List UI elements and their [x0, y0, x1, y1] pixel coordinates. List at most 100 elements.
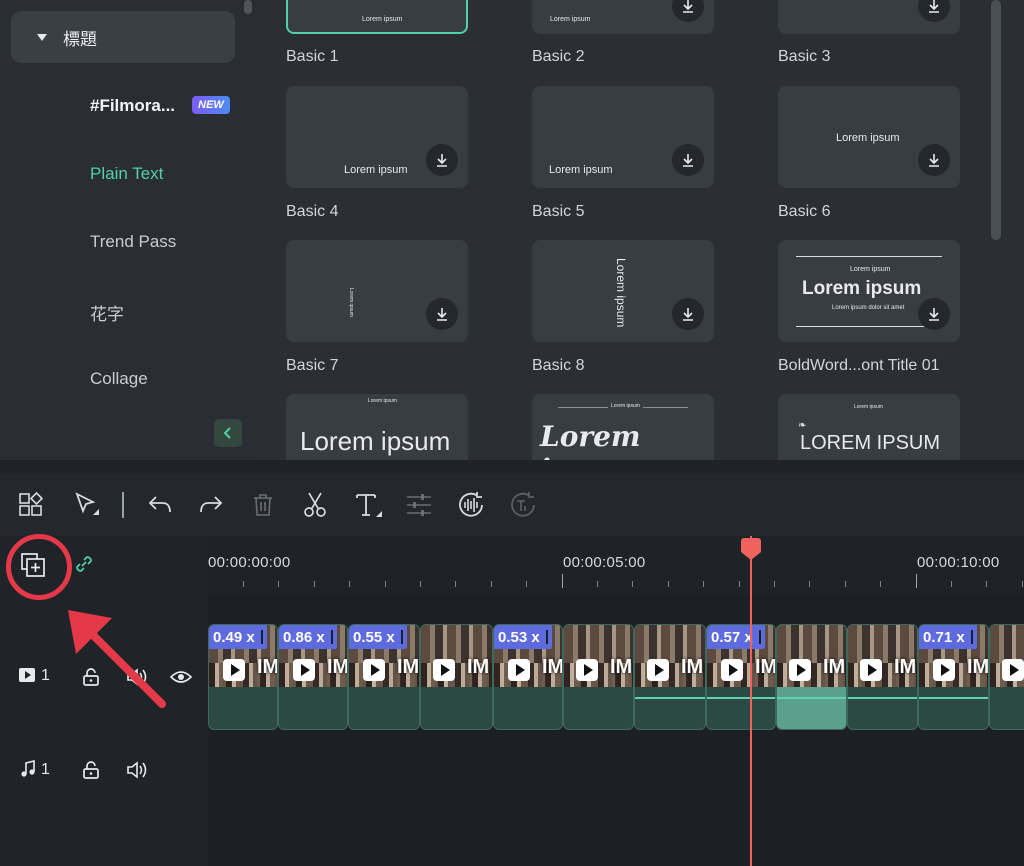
video-clip[interactable]: 0.86 x IM [278, 624, 348, 730]
download-icon[interactable] [426, 144, 458, 176]
auto-caption-button[interactable] [508, 490, 538, 520]
audio-stretch-button[interactable] [456, 490, 486, 520]
undo-button[interactable] [145, 490, 175, 520]
download-icon[interactable] [672, 0, 704, 22]
library-scrollbar[interactable] [991, 0, 1001, 240]
link-icon [76, 556, 92, 572]
title-card-basic-5[interactable]: Lorem ipsum [532, 86, 714, 188]
video-clip[interactable]: IM [634, 624, 706, 730]
card-preview-text: Lorem ipsum [836, 132, 900, 144]
video-clip[interactable]: 0.49 x IM [208, 624, 278, 730]
ruler-tick [349, 581, 351, 587]
play-icon [933, 659, 955, 681]
split-button[interactable] [300, 490, 330, 520]
play-icon [433, 659, 455, 681]
title-card-row4-2[interactable]: Lorem ipsum Lorem ipsum [532, 394, 714, 460]
ruler-tick [1021, 581, 1023, 587]
clip-volume-line [848, 697, 917, 699]
card-preview-text: Lorem ipsum [549, 164, 613, 176]
title-card-basic-6[interactable]: Lorem ipsum [778, 86, 960, 188]
clip-type-label: IM [397, 656, 420, 678]
download-icon[interactable] [918, 0, 950, 22]
category-header[interactable]: 標題 [11, 11, 235, 63]
title-library: Lorem ipsum Basic 1 Lorem ipsum Basic 2 … [260, 0, 1024, 460]
title-card-basic-7[interactable]: Lorem ipsum [286, 240, 468, 342]
play-icon [721, 659, 743, 681]
speed-label: 0.55 x [353, 628, 395, 646]
title-card-row4-3[interactable]: Lorem ipsum ❧ LOREM IPSUM [778, 394, 960, 460]
title-card-basic-2[interactable]: Lorem ipsum [532, 0, 714, 34]
text-button[interactable] [354, 490, 384, 520]
speed-label: 0.71 x [923, 628, 965, 646]
redo-button[interactable] [196, 490, 226, 520]
time-ruler[interactable]: 00:00:00:00 00:00:05:00 00:00:10:00 [208, 536, 1024, 596]
clip-type-label: IM [823, 656, 846, 678]
category-header-label: 標題 [63, 29, 97, 49]
sidebar-item-plain-text[interactable]: Plain Text [90, 164, 163, 184]
clip-volume-line [919, 697, 988, 699]
download-icon[interactable] [672, 298, 704, 330]
card-preview-text: Lorem ipsum [362, 16, 403, 23]
video-track-number: 1 [41, 667, 50, 684]
card-preview-text: Lorem ipsum [300, 426, 451, 456]
card-preview-top-text: Lorem ipsum [850, 266, 891, 273]
title-card-boldword[interactable]: Lorem ipsum Lorem ipsum Lorem ipsum dolo… [778, 240, 960, 342]
ruler-tick [703, 581, 705, 587]
speed-divider [970, 630, 973, 644]
annotation-circle [6, 534, 72, 600]
download-icon[interactable] [426, 298, 458, 330]
ruler-tick [986, 581, 988, 587]
ruler-tick [420, 581, 421, 587]
sidebar-item-huazi[interactable]: 花字 [90, 300, 124, 325]
lock-audio-track-button[interactable] [80, 759, 102, 781]
video-clip[interactable]: IM [776, 624, 847, 730]
select-tool-button[interactable] [72, 490, 102, 520]
layout-grid-button[interactable] [16, 490, 46, 520]
video-clip[interactable]: IM [847, 624, 918, 730]
card-preview-sub-text: Lorem ipsum dolor sit amet [832, 305, 905, 311]
download-icon[interactable] [672, 144, 704, 176]
title-card-basic-3[interactable] [778, 0, 960, 34]
title-card-row4-1[interactable]: Lorem ipsum Lorem ipsum [286, 394, 468, 460]
speed-label: 0.49 x [213, 628, 255, 646]
collapse-sidebar-button[interactable] [214, 419, 242, 447]
card-label: Basic 5 [532, 203, 585, 220]
video-clip[interactable]: 0.57 x IM [706, 624, 776, 730]
undo-icon [148, 496, 171, 513]
adjust-button[interactable] [404, 490, 434, 520]
title-card-basic-8[interactable]: Lorem ipsum [532, 240, 714, 342]
delete-button[interactable] [248, 490, 278, 520]
sidebar-item-collage[interactable]: Collage [90, 369, 148, 389]
visibility-button[interactable] [170, 666, 192, 688]
ruler-tick [844, 581, 846, 587]
sidebar-item-trend-pass[interactable]: Trend Pass [90, 232, 176, 252]
speed-divider [758, 630, 761, 644]
audio-track-number: 1 [41, 761, 50, 778]
title-card-basic-1[interactable]: Lorem ipsum [286, 0, 468, 34]
card-preview-text: Lorem ipsum [550, 16, 591, 23]
link-button[interactable] [70, 550, 98, 578]
card-preview-text: Lorem ipsum [614, 258, 628, 328]
speed-badge: 0.71 x [919, 625, 977, 649]
playhead-handle[interactable] [741, 538, 761, 560]
speed-divider [400, 630, 403, 644]
playhead[interactable] [750, 536, 752, 866]
unlock-icon [83, 761, 99, 779]
video-clip[interactable]: IM [989, 624, 1024, 730]
sidebar-item-filmora[interactable]: #Filmora... [90, 96, 175, 116]
video-clip[interactable]: 0.53 x IM [493, 624, 563, 730]
video-clip[interactable]: IM [563, 624, 634, 730]
card-preview-text: Lorem ipsum [344, 164, 408, 176]
mute-audio-track-button[interactable] [126, 759, 148, 781]
scissors-icon [304, 492, 326, 517]
speed-divider [545, 630, 548, 644]
video-clip[interactable]: 0.71 x IM [918, 624, 989, 730]
download-icon[interactable] [918, 144, 950, 176]
title-card-basic-4[interactable]: Lorem ipsum [286, 86, 468, 188]
download-icon[interactable] [918, 298, 950, 330]
video-clip[interactable]: 0.55 x IM [348, 624, 420, 730]
ruler-tick [455, 581, 457, 587]
timecode-label: 00:00:10:00 [917, 554, 1000, 571]
sidebar-scrollbar[interactable] [244, 0, 252, 14]
video-clip[interactable]: IM [420, 624, 493, 730]
